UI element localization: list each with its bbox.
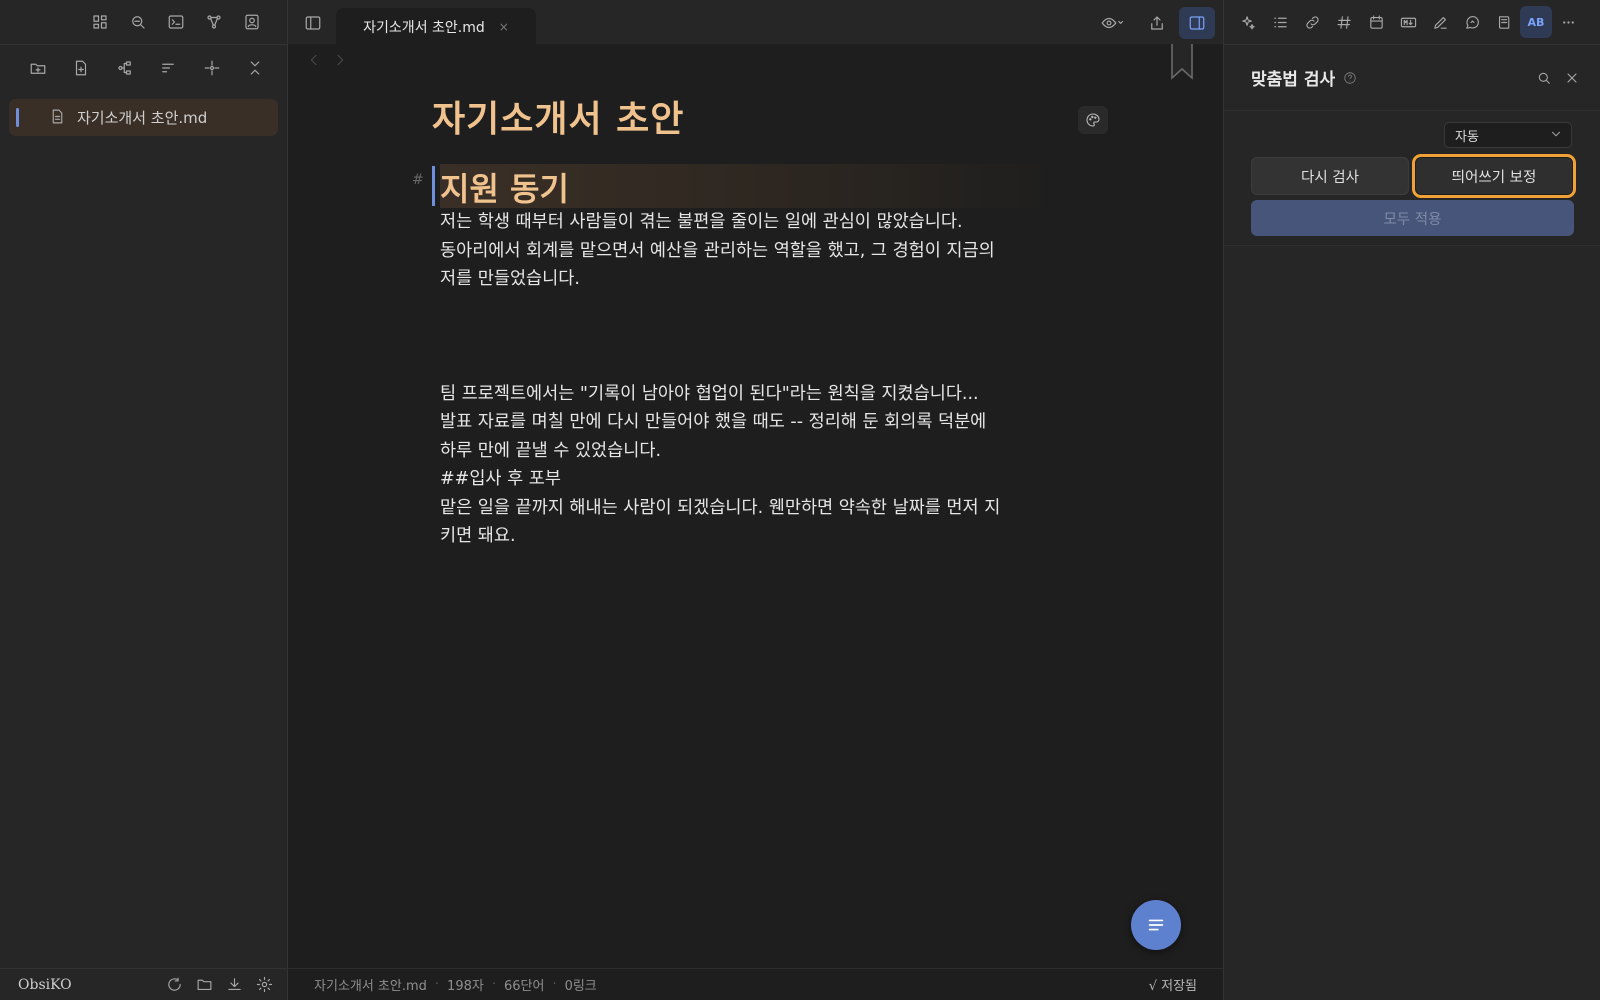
sort-icon[interactable] [147, 51, 191, 85]
file-item-label: 자기소개서 초안.md [77, 109, 208, 127]
tab-bar: 자기소개서 초안.md × [288, 0, 1223, 45]
status-words: 66단어 [503, 979, 545, 994]
heading-text[interactable]: 지원 동기 [440, 164, 1060, 208]
sparkle-icon[interactable] [1232, 6, 1264, 38]
tab-close-button[interactable]: × [499, 20, 509, 34]
search-icon[interactable] [1536, 70, 1552, 86]
link-icon[interactable] [1296, 6, 1328, 38]
panel-title: 맞춤법 검사 [1251, 70, 1336, 90]
heading-row: # 지원 동기 [412, 164, 1092, 208]
document-title[interactable]: 자기소개서 초안 [432, 90, 1092, 142]
search-icon[interactable] [119, 4, 157, 40]
divider [1224, 245, 1600, 246]
contact-icon[interactable] [233, 4, 271, 40]
new-folder-icon[interactable] [16, 51, 60, 85]
file-icon [49, 108, 66, 125]
sidebar-toggle-icon[interactable] [298, 8, 328, 38]
calendar-icon[interactable] [1360, 6, 1392, 38]
paragraph-line: ##입사 후 포부 [440, 469, 561, 489]
document: 자기소개서 초안 # 지원 동기 저는 학생 때부터 사람들이 겪는 불편을 줄… [412, 90, 1108, 551]
paragraph-line: 하루 만에 끝낼 수 있었습니다. [440, 440, 662, 461]
right-sidebar-toggle-icon[interactable] [1179, 7, 1215, 39]
layout-grid-icon[interactable] [81, 4, 119, 40]
list-icon[interactable] [1264, 6, 1296, 38]
help-icon[interactable] [1343, 71, 1357, 85]
paragraph-line: 맡은 일을 끝까지 해내는 사람이 되겠습니다. 웬만하면 약속한 날짜를 먼저… [440, 497, 1001, 518]
status-bar: 자기소개서 초안.md · 198자 · 66단어 · 0링크 √ 저장됨 [288, 968, 1223, 1000]
palette-icon[interactable] [1078, 106, 1108, 134]
tab-title: 자기소개서 초안.md [363, 19, 485, 36]
list-icon [1148, 919, 1164, 931]
settings-gear-icon[interactable] [249, 970, 279, 1000]
chevron-down-icon [1549, 127, 1563, 141]
outline-fab-button[interactable] [1131, 900, 1181, 950]
paragraph-line: 발표 자료를 며칠 만에 다시 만들어야 했을 때도 -- 정리해 둔 회의록 … [440, 412, 987, 432]
folder-icon[interactable] [189, 970, 219, 1000]
hashtag-icon[interactable] [1328, 6, 1360, 38]
paragraph-line: 저는 학생 때부터 사람들이 겪는 불편을 줄이는 일에 관심이 많았습니다. [440, 212, 963, 232]
terminal-icon[interactable] [157, 4, 195, 40]
paragraph-1[interactable]: 저는 학생 때부터 사람들이 겪는 불편을 줄이는 일에 관심이 많았습니다. … [440, 208, 1092, 294]
status-file: 자기소개서 초안.md [314, 979, 427, 994]
paragraph-line: 동아리에서 회계를 맡으면서 예산을 관리하는 역할을 했고, 그 경험이 지금… [440, 240, 995, 261]
download-icon[interactable] [219, 970, 249, 1000]
refresh-icon[interactable] [159, 970, 189, 1000]
comment-icon[interactable] [1456, 6, 1488, 38]
hierarchy-icon[interactable] [103, 51, 147, 85]
mode-dropdown[interactable]: 자동 [1444, 122, 1572, 148]
mode-dropdown-value: 자동 [1455, 129, 1479, 145]
file-tree: 자기소개서 초안.md [0, 91, 287, 144]
right-ribbon: AB [1224, 0, 1600, 45]
reading-view-icon[interactable] [1089, 7, 1135, 39]
text-cursor [432, 166, 435, 206]
forward-icon[interactable] [332, 52, 348, 68]
recheck-button[interactable]: 다시 검사 [1251, 157, 1409, 195]
paragraph-line: 저를 만들었습니다. [440, 269, 580, 289]
panel-header: 맞춤법 검사 [1224, 45, 1600, 111]
share-icon[interactable] [1139, 7, 1175, 39]
file-item-active[interactable]: 자기소개서 초안.md [9, 99, 278, 136]
status-saved: √ 저장됨 [1148, 979, 1197, 994]
editor-pane: 자기소개서 초안.md × 자기소개서 초안 # 지원 동기 저는 학생 때부터… [288, 0, 1223, 1000]
spellcheck-icon[interactable]: AB [1520, 6, 1552, 38]
active-indicator [16, 108, 19, 127]
status-chars: 198자 [447, 979, 484, 994]
book-icon[interactable] [1488, 6, 1520, 38]
markdown-icon[interactable] [1392, 6, 1424, 38]
history-nav [306, 52, 348, 68]
back-icon[interactable] [306, 52, 322, 68]
bookmark-icon[interactable] [1169, 44, 1195, 80]
paragraph-2[interactable]: 팀 프로젝트에서는 "기록이 남아야 협업이 된다"라는 원칙을 지켰습니다..… [440, 380, 1092, 551]
vault-bar: ObsiKO [0, 968, 287, 1000]
locate-icon[interactable] [190, 51, 234, 85]
left-sidebar: 자기소개서 초안.md ObsiKO [0, 0, 288, 1000]
spellcheck-icon-text: AB [1527, 15, 1545, 29]
tab-document[interactable]: 자기소개서 초안.md × [336, 8, 536, 45]
apply-all-button[interactable]: 모두 적용 [1251, 200, 1574, 236]
heading-marker: # [412, 172, 424, 188]
pen-icon[interactable] [1424, 6, 1456, 38]
close-icon[interactable] [1564, 70, 1580, 86]
graph-icon[interactable] [195, 4, 233, 40]
spacing-fix-button[interactable]: 띄어쓰기 보정 [1412, 154, 1576, 198]
blank-lines [432, 294, 1092, 380]
collapse-all-icon[interactable] [234, 51, 278, 85]
new-note-icon[interactable] [60, 51, 104, 85]
paragraph-line: 팀 프로젝트에서는 "기록이 남아야 협업이 된다"라는 원칙을 지켰습니다..… [440, 383, 979, 404]
right-sidebar: AB 맞춤법 검사 자동 다시 검사 띄어쓰기 보정 모두 적용 [1223, 0, 1600, 1000]
left-ribbon [0, 0, 287, 45]
status-links: 0링크 [564, 979, 597, 994]
vault-name[interactable]: ObsiKO [18, 977, 159, 993]
file-explorer-toolbar [0, 45, 287, 91]
more-options-icon[interactable] [1552, 6, 1584, 38]
paragraph-line: 키면 돼요. [440, 526, 516, 546]
